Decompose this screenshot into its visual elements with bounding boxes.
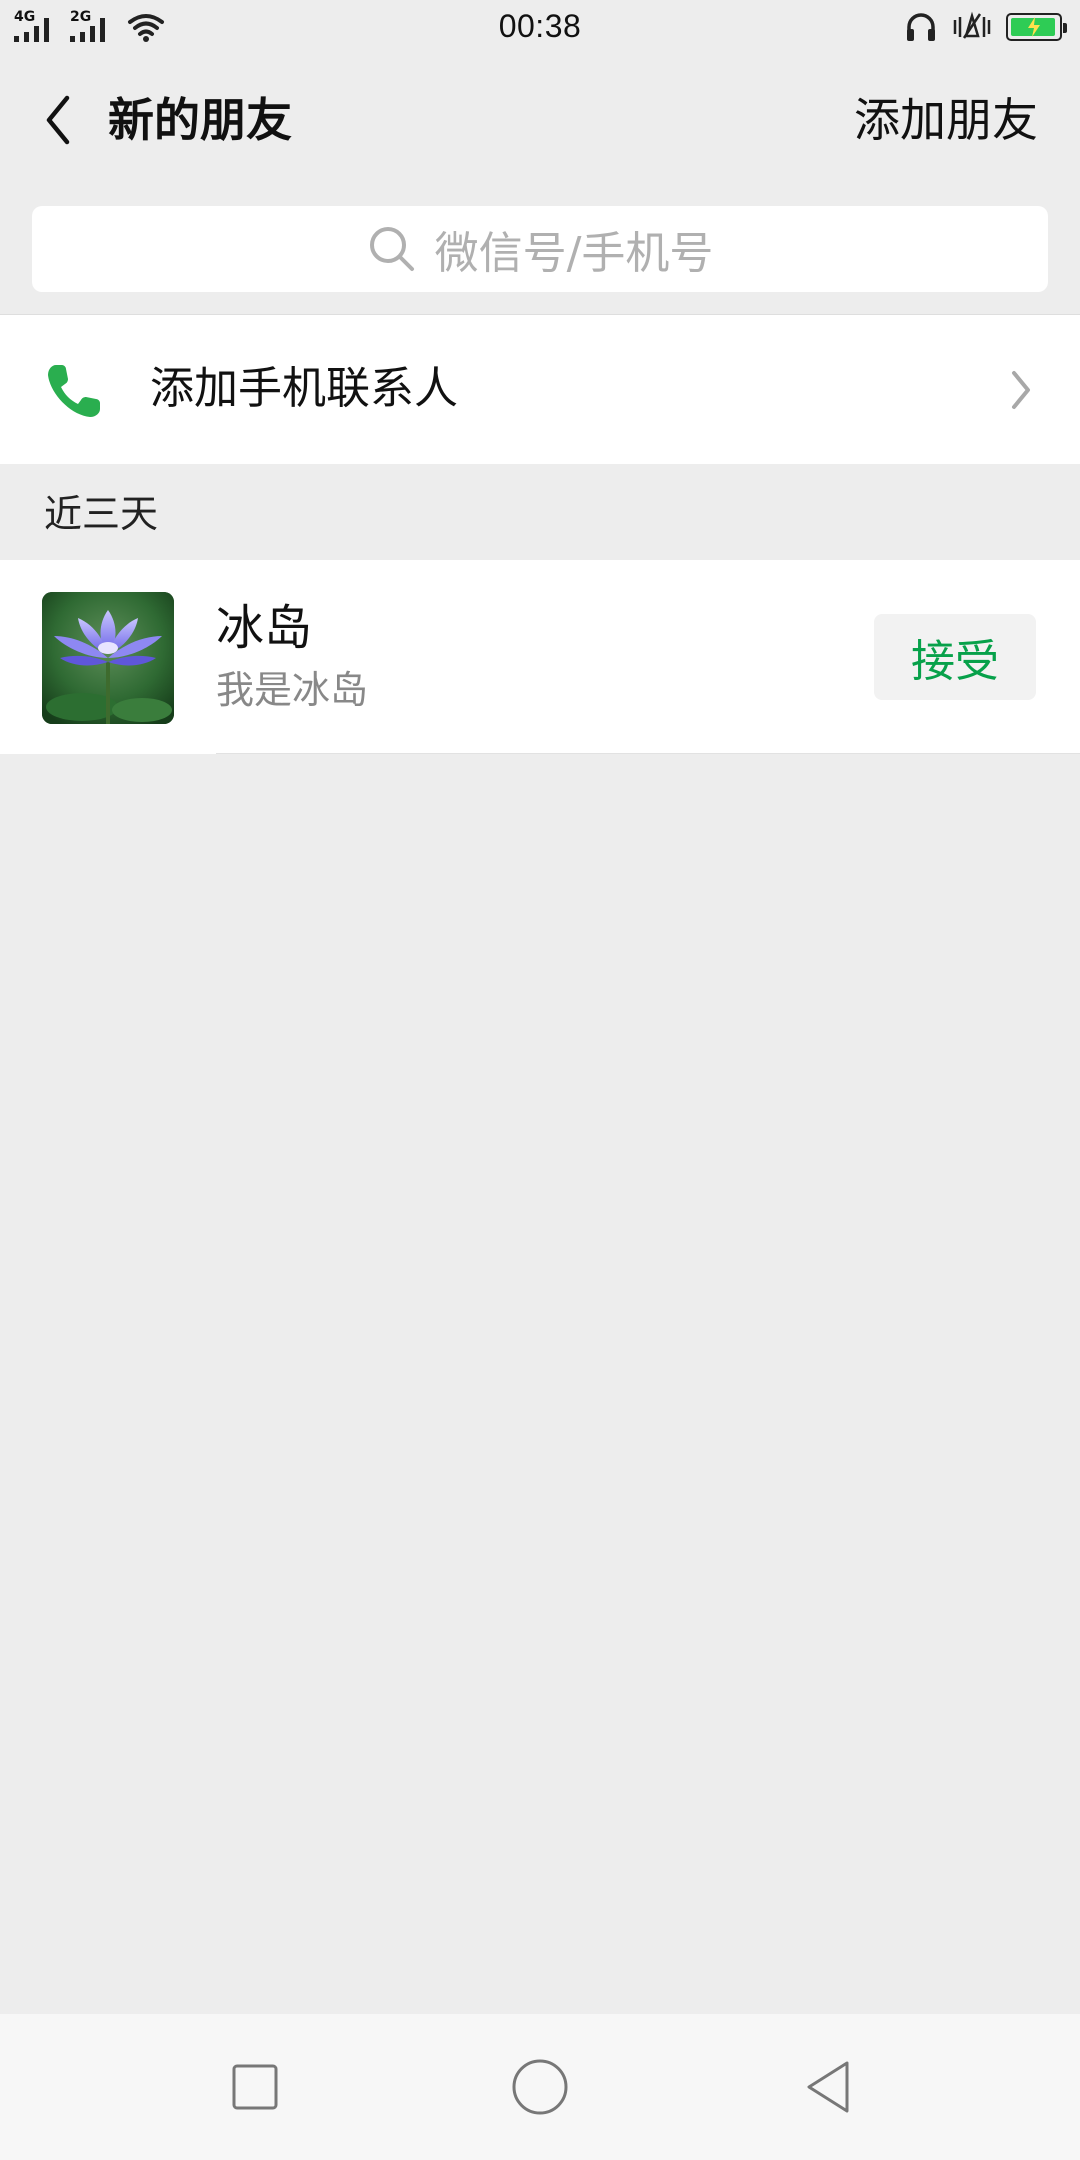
request-message: 我是冰岛 (216, 668, 369, 712)
status-bar-right (904, 10, 1067, 44)
add-phone-contacts-label: 添加手机联系人 (150, 363, 458, 414)
header: 新的朋友 添加朋友 (0, 60, 1080, 180)
add-friend-button[interactable]: 添加朋友 (854, 90, 1038, 150)
section-header-recent: 近三天 (44, 492, 159, 536)
screen: 4G 2G 00:38 新的朋友 添加朋友 微信号/手机号 添加手机联系人 近三… (0, 0, 1080, 2160)
square-icon (232, 2064, 278, 2110)
home-button[interactable] (505, 2052, 575, 2122)
charging-bolt-icon (1028, 17, 1040, 37)
chevron-left-icon (46, 95, 70, 145)
circle-icon (512, 2059, 568, 2115)
accept-button[interactable]: 接受 (874, 614, 1036, 700)
search-input[interactable]: 微信号/手机号 (32, 206, 1048, 292)
vibrate-icon (953, 11, 991, 39)
battery-icon (1006, 13, 1067, 41)
divider (216, 753, 1080, 754)
lotus-flower-avatar (42, 592, 174, 724)
status-bar: 4G 2G 00:38 (0, 0, 1080, 56)
page-title: 新的朋友 (108, 93, 292, 147)
nav-back-button[interactable] (794, 2052, 864, 2122)
triangle-back-icon (807, 2061, 849, 2113)
phone-icon (48, 365, 100, 417)
add-phone-contacts-item[interactable]: 添加手机联系人 (0, 314, 1080, 464)
avatar[interactable] (42, 592, 174, 724)
navigation-bar (0, 2014, 1080, 2160)
recent-apps-button[interactable] (220, 2052, 290, 2122)
back-button[interactable] (28, 88, 88, 152)
search-icon (369, 227, 414, 271)
headphones-icon (907, 13, 935, 41)
request-name: 冰岛 (216, 600, 313, 656)
friend-request-item[interactable]: 冰岛 我是冰岛 接受 (0, 560, 1080, 754)
search-placeholder: 微信号/手机号 (434, 228, 714, 279)
chevron-right-icon (1012, 371, 1030, 409)
